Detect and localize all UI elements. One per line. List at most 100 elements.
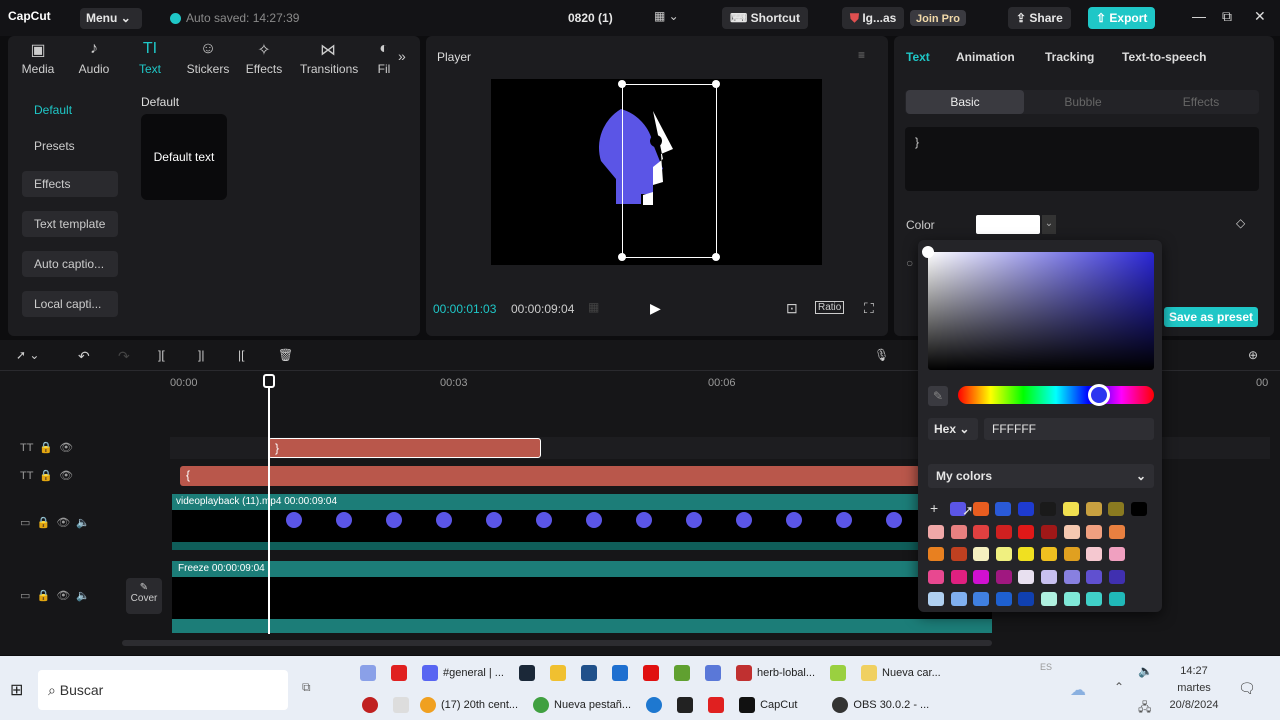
color-swatch[interactable] — [1018, 592, 1035, 606]
resize-handle[interactable] — [618, 253, 626, 261]
sidebar-item-2[interactable]: Effects — [22, 171, 118, 197]
app-icon[interactable] — [580, 665, 597, 681]
playhead-handle[interactable] — [263, 374, 275, 388]
chevron-down-icon[interactable]: ⌄ — [1042, 215, 1056, 234]
app-icon[interactable] — [393, 697, 409, 713]
color-swatch[interactable] — [1108, 547, 1125, 561]
chrome-icon[interactable] — [360, 665, 376, 681]
zoom-in-icon[interactable]: ⊕ — [1248, 348, 1258, 362]
color-swatch[interactable] — [950, 524, 967, 539]
add-color-button[interactable]: + — [930, 500, 938, 516]
color-swatch[interactable] — [972, 502, 989, 516]
save-as-preset-button[interactable]: Save as preset — [1164, 307, 1258, 327]
tab-text[interactable]: Text — [906, 50, 930, 64]
color-swatch[interactable] — [1040, 502, 1057, 516]
taskbar-label[interactable]: Nueva car... — [882, 667, 941, 679]
color-swatch[interactable] — [973, 547, 990, 561]
resize-handle[interactable] — [712, 253, 720, 261]
taskbar-label[interactable]: #general | ... — [443, 667, 504, 679]
app-icon[interactable] — [830, 665, 847, 681]
record-icon[interactable] — [362, 697, 378, 713]
sidebar-item-4[interactable]: Auto captio... — [22, 251, 118, 277]
menu-button[interactable]: Menu ⌄ — [80, 8, 142, 29]
opera-icon[interactable] — [642, 665, 659, 681]
color-swatch[interactable] — [995, 524, 1012, 539]
tool-media[interactable]: ▣ Media — [10, 40, 66, 76]
video-track-controls[interactable]: ▭ 🔒 👁 🔈 — [20, 516, 90, 529]
color-swatch[interactable] — [1063, 547, 1080, 561]
eyedropper-icon[interactable]: ✎ — [928, 386, 948, 406]
undo-icon[interactable]: ↶ — [78, 348, 90, 365]
taskbar-label[interactable]: CapCut — [760, 699, 797, 711]
color-swatch[interactable] — [1063, 592, 1080, 606]
layout-icon[interactable]: ▦ ⌄ — [654, 9, 679, 23]
taskbar-search[interactable]: ⌕ Buscar — [38, 670, 288, 710]
taskbar-label[interactable]: Nueva pestañ... — [554, 699, 631, 711]
color-swatch[interactable] — [1018, 569, 1035, 584]
color-swatch[interactable] — [976, 215, 1040, 234]
resize-handle[interactable] — [712, 80, 720, 88]
edge-icon[interactable] — [646, 697, 663, 713]
hex-input[interactable]: FFFFFF — [984, 418, 1154, 440]
color-swatch[interactable] — [995, 547, 1012, 561]
task-view-icon[interactable]: ⧉ — [302, 680, 311, 695]
join-pro-button[interactable]: Join Pro — [910, 10, 967, 26]
discord-icon[interactable] — [422, 665, 438, 681]
hue-slider[interactable] — [958, 386, 1154, 404]
split-left-icon[interactable]: ]| — [198, 348, 204, 362]
subtab-basic[interactable]: Basic — [906, 90, 1024, 114]
color-swatch[interactable] — [1086, 547, 1103, 561]
redo-icon[interactable]: ↷ — [118, 348, 130, 365]
color-swatch[interactable] — [995, 502, 1012, 516]
text-input[interactable]: } — [905, 127, 1259, 191]
saturation-area[interactable] — [928, 252, 1154, 370]
taskbar-label[interactable]: OBS 30.0.2 - ... — [853, 699, 929, 711]
color-swatch[interactable] — [1108, 592, 1125, 606]
app-icon[interactable] — [673, 665, 690, 681]
text-clip-selected[interactable]: } — [268, 438, 541, 458]
split-icon[interactable]: ][ — [158, 348, 165, 362]
color-swatch[interactable] — [1041, 569, 1057, 584]
color-swatch[interactable] — [995, 592, 1012, 606]
delete-icon[interactable]: 🗑 — [278, 348, 293, 362]
select-tool-icon[interactable]: ➚ ⌄ — [16, 348, 39, 362]
tool-effects[interactable]: ✧ Effects — [236, 40, 292, 76]
taskbar-label[interactable]: (17) 20th cent... — [441, 699, 518, 711]
folder-icon[interactable] — [861, 665, 878, 681]
color-swatch[interactable] — [1086, 592, 1103, 606]
chrome-icon[interactable] — [420, 697, 436, 713]
youtube-icon[interactable] — [391, 665, 407, 681]
tab-text-to-speech[interactable]: Text-to-speech — [1122, 50, 1206, 64]
color-swatch[interactable] — [1063, 524, 1080, 539]
color-swatch[interactable] — [1130, 502, 1147, 516]
color-swatch[interactable] — [1041, 547, 1057, 561]
fullscreen-icon[interactable]: ⛶ — [864, 300, 874, 317]
hex-mode-select[interactable]: Hex ⌄ — [928, 418, 978, 440]
shortcut-button[interactable]: ⌨ Shortcut — [722, 7, 808, 29]
saturation-handle[interactable] — [922, 246, 934, 258]
sidebar-item-5[interactable]: Local capti... — [22, 291, 118, 317]
chrome-icon[interactable] — [533, 697, 550, 713]
app-icon[interactable] — [704, 665, 721, 681]
tool-text[interactable]: TI Text — [122, 40, 178, 76]
taskbar-label[interactable]: herb-lobal... — [757, 667, 815, 679]
volume-icon[interactable]: 🔈 — [1138, 664, 1153, 678]
color-swatch[interactable] — [973, 592, 990, 606]
export-button[interactable]: ⇧ Export — [1088, 7, 1156, 29]
language-indicator[interactable]: ES — [1040, 662, 1052, 672]
text-track-controls[interactable]: TT 🔒 👁 — [20, 441, 73, 454]
close-icon[interactable]: ✕ — [1254, 8, 1266, 25]
color-swatch[interactable] — [950, 592, 967, 606]
windows-start-icon[interactable]: ⊞ — [10, 680, 23, 700]
fit-icon[interactable]: ⊡ — [786, 300, 798, 317]
youtube-icon[interactable] — [708, 697, 725, 713]
sidebar-item-1[interactable]: Presets — [22, 133, 118, 159]
color-swatch[interactable] — [1041, 524, 1057, 539]
horizontal-scrollbar[interactable] — [122, 640, 992, 646]
color-swatch[interactable] — [973, 569, 990, 584]
color-swatch[interactable] — [1108, 524, 1125, 539]
color-swatch[interactable] — [928, 592, 944, 606]
tab-tracking[interactable]: Tracking — [1045, 50, 1094, 64]
hue-handle[interactable] — [1088, 384, 1110, 406]
tab-animation[interactable]: Animation — [956, 50, 1015, 64]
